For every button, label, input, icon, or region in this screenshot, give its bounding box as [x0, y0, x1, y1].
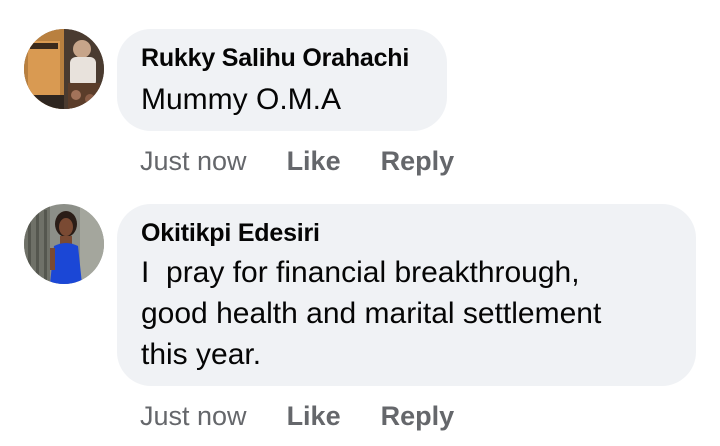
comment-text-line: I pray for financial breakthrough,	[141, 256, 580, 289]
comment-bubble: Rukky Salihu Orahachi Mummy O.M.A	[117, 29, 447, 131]
comment-bubble: Okitikpi Edesiri I pray for financial br…	[117, 204, 696, 386]
comment-timestamp[interactable]: Just now	[140, 401, 247, 432]
comment-actions: Just now Like Reply	[140, 398, 454, 434]
like-button[interactable]: Like	[287, 401, 341, 432]
comment-text-line: this year.	[141, 338, 262, 371]
comment-timestamp[interactable]: Just now	[140, 146, 247, 177]
reply-button[interactable]: Reply	[381, 146, 455, 177]
profile-photo-icon	[24, 29, 104, 109]
avatar[interactable]	[24, 204, 104, 284]
comment-author[interactable]: Okitikpi Edesiri	[141, 218, 672, 248]
like-button[interactable]: Like	[287, 146, 341, 177]
previous-comment-actions-fragment	[0, 0, 720, 8]
comment-author[interactable]: Rukky Salihu Orahachi	[141, 43, 423, 73]
comment-text-line: good health and marital settlement	[141, 297, 602, 330]
avatar[interactable]	[24, 29, 104, 109]
comment-text: Mummy O.M.A	[141, 83, 341, 116]
comment-text: I pray for financial breakthrough, good …	[141, 252, 672, 375]
comment-actions: Just now Like Reply	[140, 143, 454, 179]
reply-button[interactable]: Reply	[381, 401, 455, 432]
profile-photo-icon	[24, 204, 104, 284]
